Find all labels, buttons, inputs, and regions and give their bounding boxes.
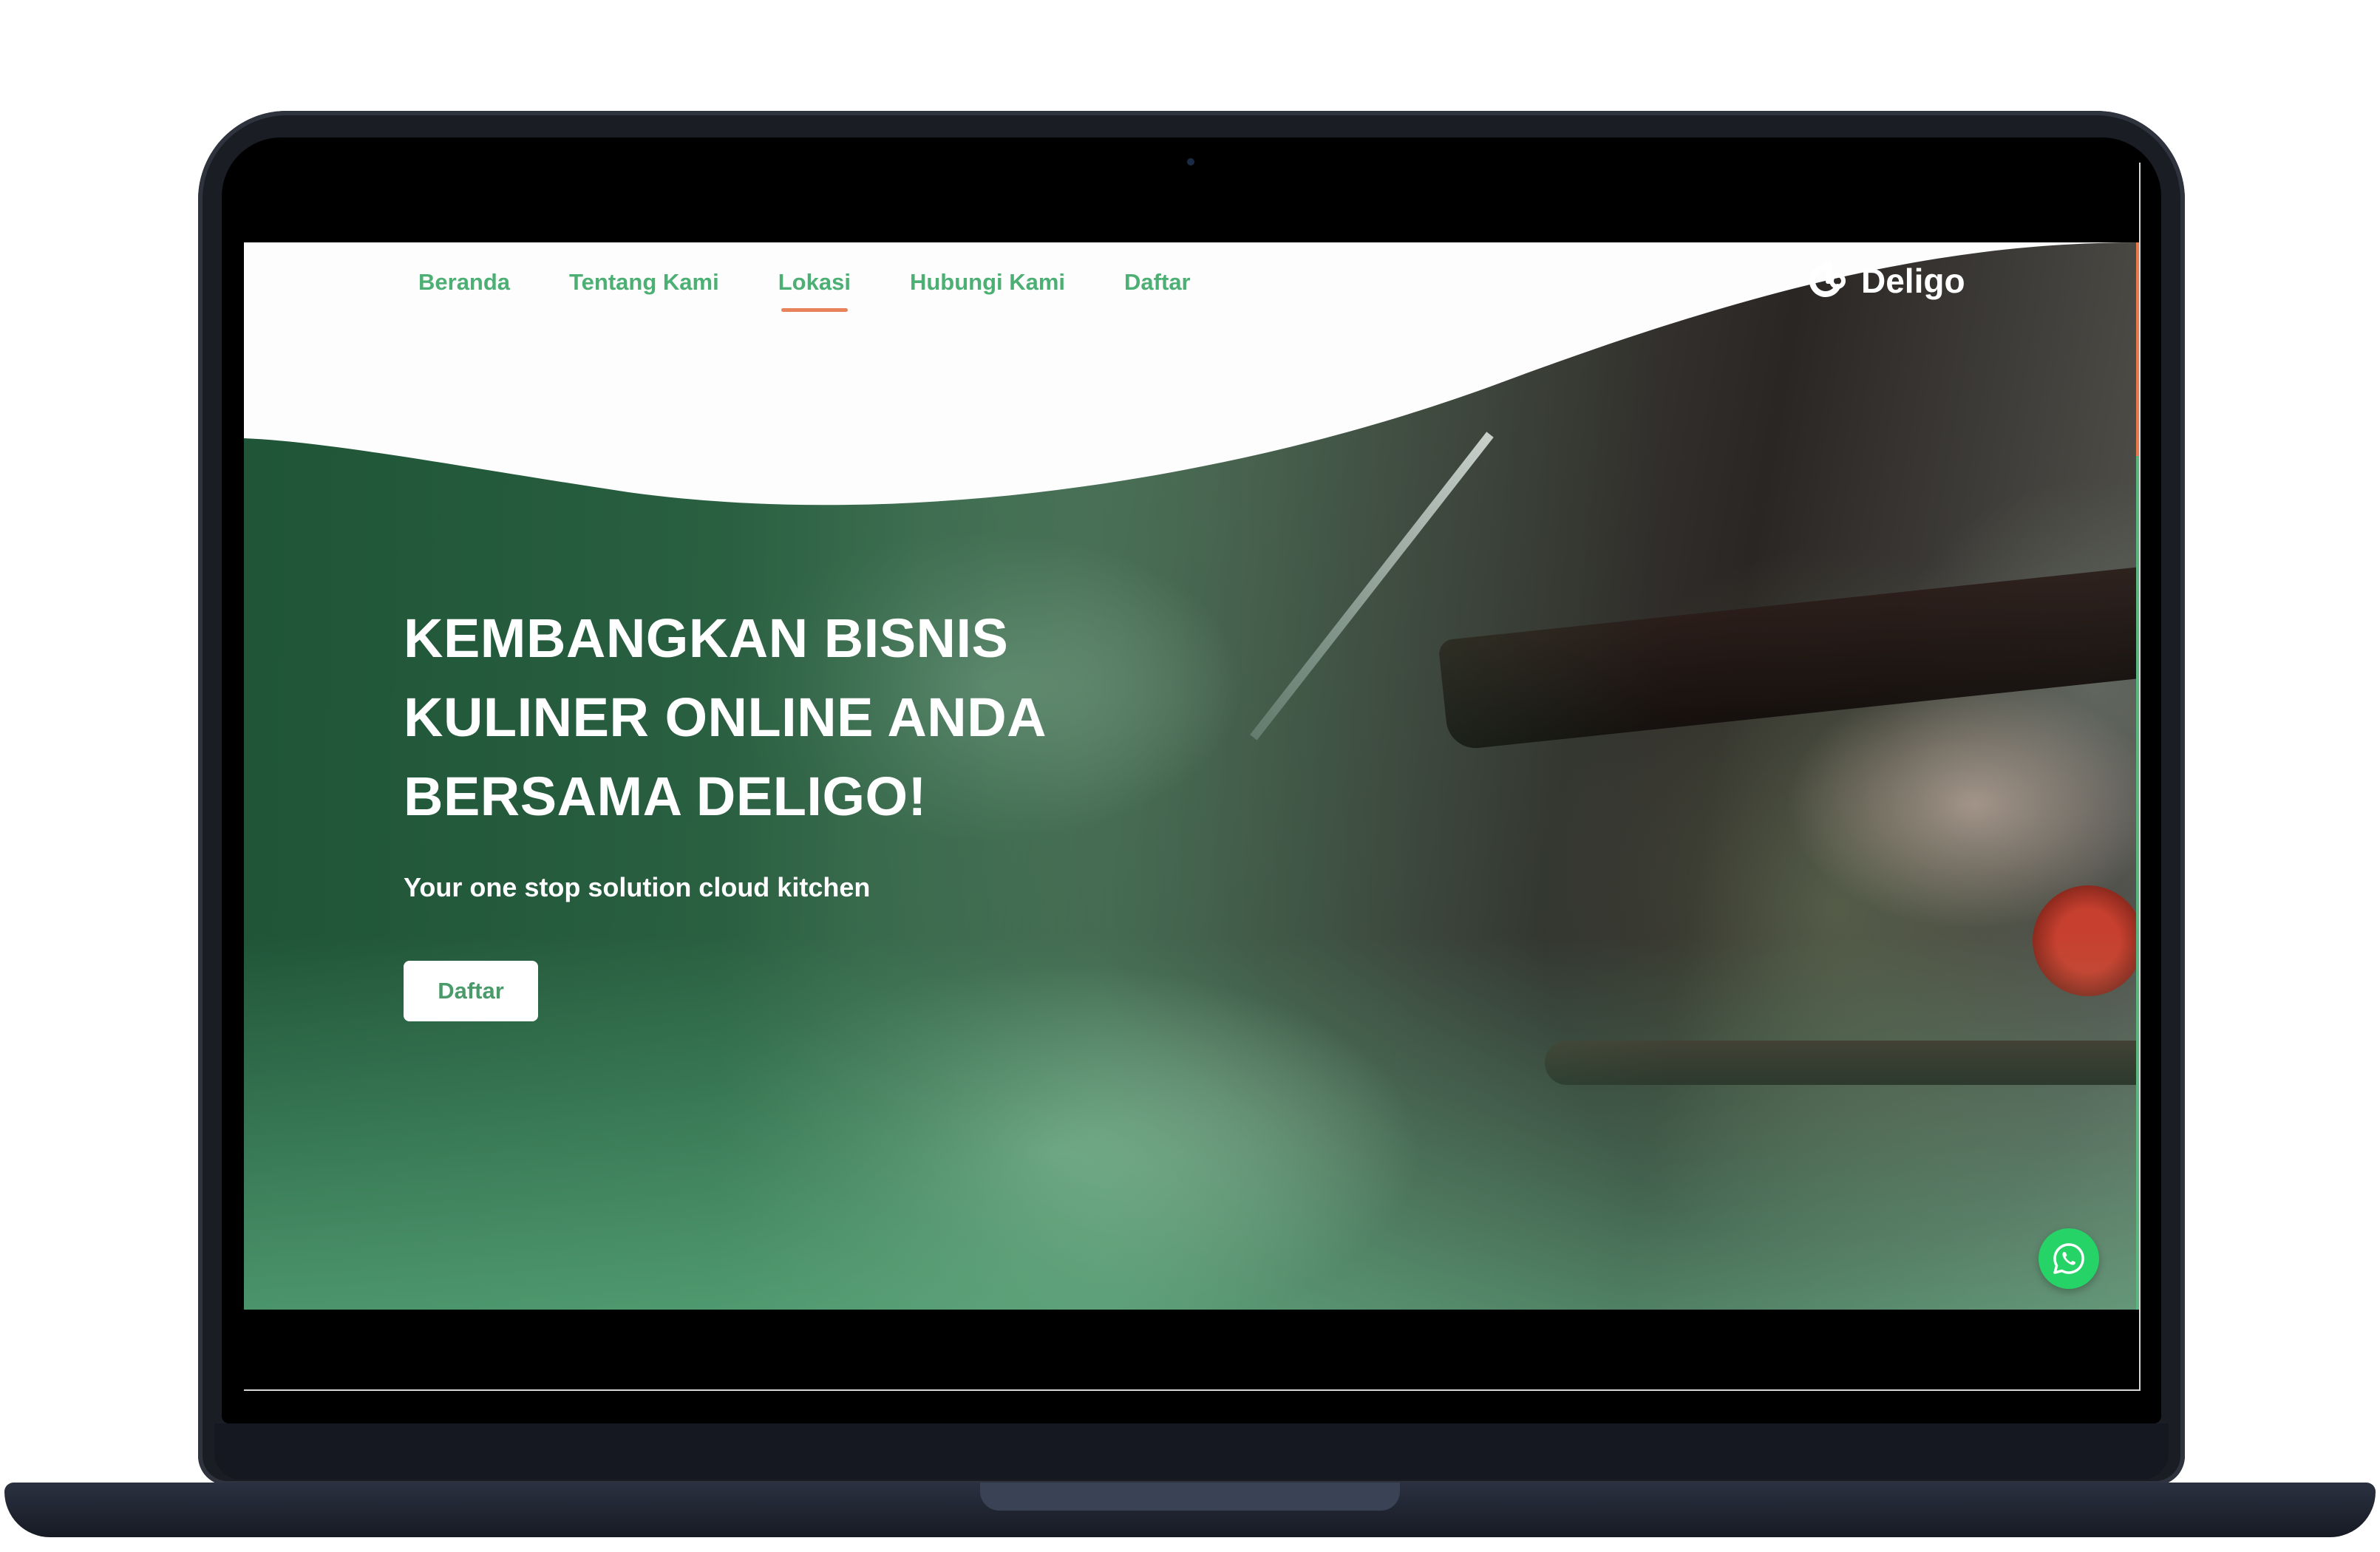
nav-item-daftar[interactable]: Daftar bbox=[1124, 269, 1191, 296]
whatsapp-icon bbox=[2053, 1243, 2084, 1274]
laptop-mockup: Beranda Tentang Kami Lokasi Hubungi Kami… bbox=[0, 0, 2380, 1552]
camera-icon bbox=[1187, 158, 1194, 166]
register-button[interactable]: Daftar bbox=[404, 961, 538, 1021]
deligo-logo-icon bbox=[1809, 262, 1846, 297]
hero-title: KEMBANGKAN BISNIS KULINER ONLINE ANDA BE… bbox=[404, 599, 1143, 836]
nav-item-lokasi[interactable]: Lokasi bbox=[778, 269, 851, 312]
brand-name: Deligo bbox=[1861, 262, 1965, 300]
screen-bottom-edge bbox=[244, 1389, 2141, 1391]
hero-title-line-3: BERSAMA DELIGO! bbox=[404, 766, 927, 827]
hero-title-line-2: KULINER ONLINE ANDA bbox=[404, 687, 1047, 748]
hero-subtitle: Your one stop solution cloud kitchen bbox=[404, 872, 871, 902]
laptop-base-notch bbox=[980, 1483, 1400, 1511]
hero-title-line-1: KEMBANGKAN BISNIS bbox=[404, 607, 1009, 669]
nav-item-beranda[interactable]: Beranda bbox=[418, 269, 510, 296]
whatsapp-chat-button[interactable] bbox=[2039, 1228, 2099, 1289]
website-viewport: Beranda Tentang Kami Lokasi Hubungi Kami… bbox=[244, 242, 2141, 1310]
screen-right-edge bbox=[2139, 163, 2141, 1391]
nav-item-hubungi-kami[interactable]: Hubungi Kami bbox=[910, 269, 1065, 296]
camera-notch bbox=[1073, 148, 1310, 202]
main-navigation: Beranda Tentang Kami Lokasi Hubungi Kami… bbox=[418, 269, 1191, 312]
laptop-chin bbox=[214, 1423, 2169, 1480]
brand-logo-link[interactable]: Deligo bbox=[1803, 257, 1965, 304]
nav-item-tentang-kami[interactable]: Tentang Kami bbox=[569, 269, 719, 296]
